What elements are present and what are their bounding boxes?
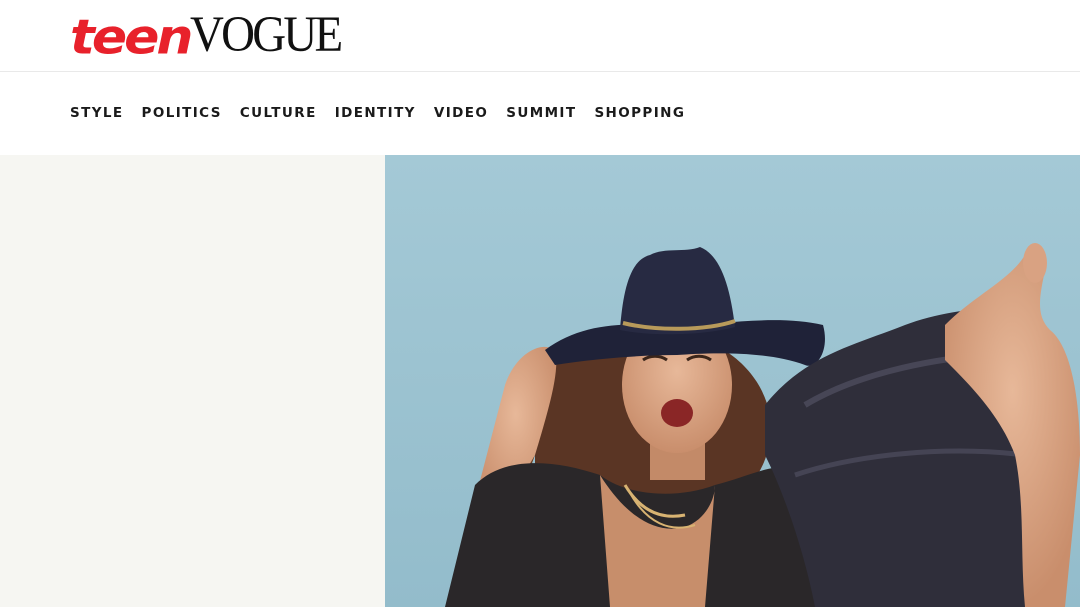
nav-item-summit[interactable]: SUMMIT: [506, 105, 576, 121]
nav-item-style[interactable]: STYLE: [70, 105, 124, 121]
nav-item-culture[interactable]: CULTURE: [240, 105, 317, 121]
site-header: teen VOGUE: [0, 0, 1080, 72]
nav-item-politics[interactable]: POLITICS: [142, 105, 222, 121]
logo-vogue-text: VOGUE: [190, 7, 343, 63]
nav-item-identity[interactable]: IDENTITY: [335, 105, 416, 121]
nav-item-shopping[interactable]: SHOPPING: [594, 105, 685, 121]
main-navigation: STYLE POLITICS CULTURE IDENTITY VIDEO SU…: [0, 72, 1080, 155]
hero-image[interactable]: [385, 155, 1080, 607]
hero-photo-cowgirl: [385, 155, 1080, 607]
logo-teen-text: teen: [70, 10, 193, 66]
nav-item-video[interactable]: VIDEO: [434, 105, 488, 121]
teen-vogue-logo[interactable]: teen VOGUE: [70, 6, 354, 66]
nav-list: STYLE POLITICS CULTURE IDENTITY VIDEO SU…: [70, 105, 703, 121]
open-mouth: [661, 399, 693, 427]
hero-left-panel: [0, 155, 385, 607]
